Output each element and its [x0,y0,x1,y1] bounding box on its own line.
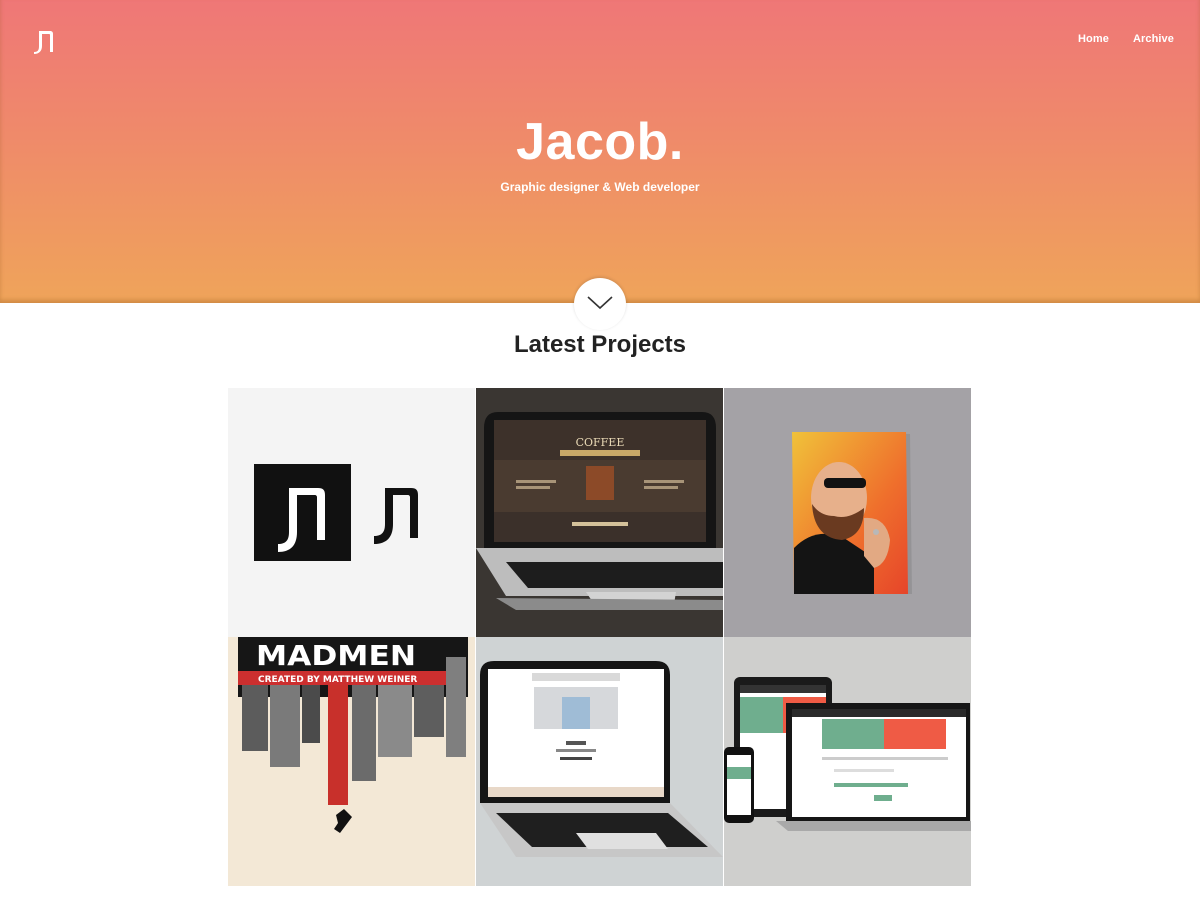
project-tile-coffee-website[interactable]: COFFEE [476,388,723,637]
project-tile-responsive-web-app[interactable] [724,637,971,886]
blog-website-thumbnail [476,637,723,886]
madmen-caption-text: CREATED BY MATTHEW WEINER [258,675,417,685]
project-tile-madmen-poster[interactable]: MADMEN CREATED BY MATTHEW WEINER [228,637,475,886]
responsive-web-app-thumbnail [724,637,971,886]
madmen-title-text: MADMEN [256,639,416,672]
hero-header: Home Archive Jacob. Graphic designer & W… [0,0,1200,303]
site-subtitle: Graphic designer & Web developer [500,180,700,194]
madmen-poster-thumbnail: MADMEN CREATED BY MATTHEW WEINER [228,637,475,886]
site-title: Jacob. [516,113,684,171]
jn-monogram-logo-icon [34,31,53,54]
chevron-down-icon [587,296,613,310]
project-tile-logo-design[interactable] [228,388,475,637]
project-tile-blog-website[interactable] [476,637,723,886]
nav-home-link[interactable]: Home [1078,33,1109,45]
project-tile-portrait-illustration[interactable] [724,388,971,637]
portrait-illustration-thumbnail [724,388,971,637]
logo-design-thumbnail [254,464,418,561]
projects-grid: COFFEE MADMEN CREATED BY MATTHEW WEINER [228,388,971,886]
main-nav: Home Archive [1078,33,1174,45]
coffee-website-thumbnail: COFFEE [476,388,723,637]
site-logo[interactable] [32,28,54,54]
nav-archive-link[interactable]: Archive [1133,33,1174,45]
section-title: Latest Projects [513,331,687,358]
scroll-down-button[interactable] [574,278,626,330]
coffee-logo-text: COFFEE [576,436,625,449]
